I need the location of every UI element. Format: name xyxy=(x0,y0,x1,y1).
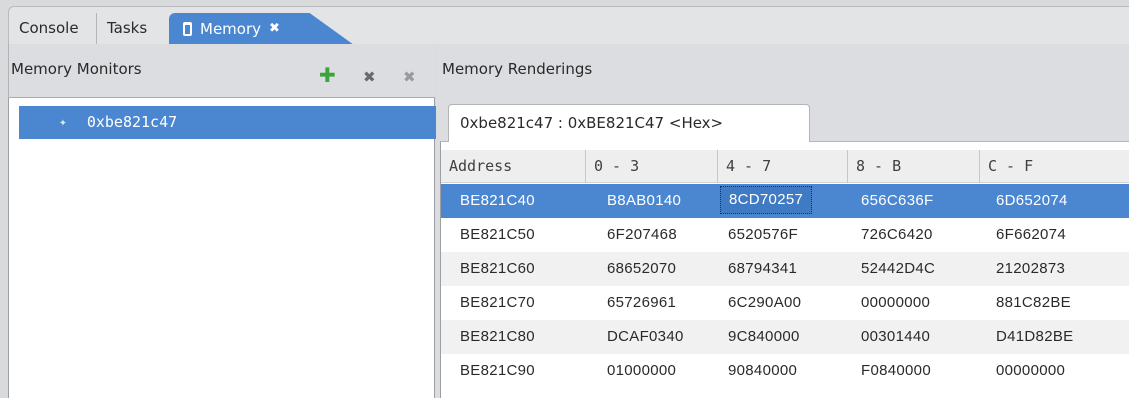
tab-memory[interactable]: Memory ✖ xyxy=(169,13,354,45)
remove-all-monitors-icon[interactable]: ✖ xyxy=(403,68,416,86)
tab-console[interactable]: Console xyxy=(11,13,87,45)
data-cell[interactable]: 00000000 xyxy=(996,354,1065,388)
address-cell[interactable]: BE821C60 xyxy=(460,252,535,286)
data-cell[interactable]: F0840000 xyxy=(861,354,931,388)
view-tab-bar: Console Tasks Memory ✖ xyxy=(8,6,1129,45)
add-monitor-icon[interactable]: ✚ xyxy=(319,63,336,87)
data-cell[interactable]: 881C82BE xyxy=(996,286,1071,320)
data-cell[interactable]: 656C636F xyxy=(861,184,933,218)
column-header-8-b[interactable]: 8 - B xyxy=(848,150,980,183)
table-row[interactable]: BE821C50 6F207468 6520576F 726C6420 6F66… xyxy=(441,218,1129,252)
memory-monitors-title: Memory Monitors xyxy=(11,60,142,78)
address-cell[interactable]: BE821C50 xyxy=(460,218,535,252)
table-row[interactable]: BE821C40 B8AB0140 8CD70257 656C636F 6D65… xyxy=(441,184,1129,218)
memory-renderings-pane: Memory Renderings 0xbe821c47 : 0xBE821C4… xyxy=(436,44,1129,398)
data-cell[interactable]: 65726961 xyxy=(607,286,676,320)
column-header-0-3[interactable]: 0 - 3 xyxy=(586,150,718,183)
memory-table-header: Address 0 - 3 4 - 7 8 - B C - F xyxy=(441,150,1129,183)
memory-table: Address 0 - 3 4 - 7 8 - B C - F BE821C40… xyxy=(440,142,1129,398)
close-icon[interactable]: ✖ xyxy=(269,14,280,44)
data-cell[interactable]: 21202873 xyxy=(996,252,1065,286)
column-header-address[interactable]: Address xyxy=(441,150,586,183)
data-cell[interactable]: 9C840000 xyxy=(728,320,800,354)
data-cell[interactable]: 6C290A00 xyxy=(728,286,801,320)
data-cell[interactable]: 00000000 xyxy=(861,286,930,320)
memory-monitors-pane: Memory Monitors ✚ ✖ ✖ ✦ 0xbe821c47 xyxy=(8,44,436,398)
address-cell[interactable]: BE821C90 xyxy=(460,354,535,388)
memory-icon xyxy=(183,22,192,36)
tab-tasks[interactable]: Tasks xyxy=(96,13,155,45)
data-cell[interactable]: D41D82BE xyxy=(996,320,1073,354)
tab-memory-label: Memory xyxy=(200,20,262,38)
data-cell[interactable]: 52442D4C xyxy=(861,252,935,286)
data-cell[interactable]: 01000000 xyxy=(607,354,676,388)
address-cell[interactable]: BE821C80 xyxy=(460,320,535,354)
remove-monitor-icon[interactable]: ✖ xyxy=(363,68,376,86)
memory-monitors-list: ✦ 0xbe821c47 xyxy=(8,98,436,398)
monitor-item-label: 0xbe821c47 xyxy=(86,113,178,131)
data-cell-focused[interactable]: 8CD70257 xyxy=(720,186,813,214)
table-row[interactable]: BE821C60 68652070 68794341 52442D4C 2120… xyxy=(441,252,1129,286)
memory-monitors-header: Memory Monitors ✚ ✖ ✖ xyxy=(8,44,435,98)
rendering-tab[interactable]: 0xbe821c47 : 0xBE821C47 <Hex> xyxy=(448,104,810,142)
address-cell[interactable]: BE821C70 xyxy=(460,286,535,320)
table-row[interactable]: BE821C70 65726961 6C290A00 00000000 881C… xyxy=(441,286,1129,320)
column-header-c-f[interactable]: C - F xyxy=(980,150,1129,183)
data-cell[interactable]: 00301440 xyxy=(861,320,930,354)
table-row[interactable]: BE821C90 01000000 90840000 F0840000 0000… xyxy=(441,354,1129,388)
data-cell[interactable]: 726C6420 xyxy=(861,218,933,252)
monitor-item-icon: ✦ xyxy=(59,115,67,130)
data-cell[interactable]: 6520576F xyxy=(728,218,798,252)
data-cell[interactable]: 6D652074 xyxy=(996,184,1068,218)
rendering-tab-strip: 0xbe821c47 : 0xBE821C47 <Hex> xyxy=(440,104,1129,142)
data-cell[interactable]: 90840000 xyxy=(728,354,797,388)
data-cell[interactable]: 68652070 xyxy=(607,252,676,286)
data-cell[interactable]: 6F662074 xyxy=(996,218,1066,252)
data-cell[interactable]: B8AB0140 xyxy=(607,184,681,218)
address-cell[interactable]: BE821C40 xyxy=(460,184,535,218)
data-cell[interactable]: 68794341 xyxy=(728,252,797,286)
memory-renderings-title: Memory Renderings xyxy=(442,60,593,78)
monitor-item[interactable]: ✦ 0xbe821c47 xyxy=(19,106,436,139)
data-cell[interactable]: DCAF0340 xyxy=(607,320,684,354)
data-cell[interactable]: 6F207468 xyxy=(607,218,677,252)
table-row[interactable]: BE821C80 DCAF0340 9C840000 00301440 D41D… xyxy=(441,320,1129,354)
column-header-4-7[interactable]: 4 - 7 xyxy=(718,150,848,183)
